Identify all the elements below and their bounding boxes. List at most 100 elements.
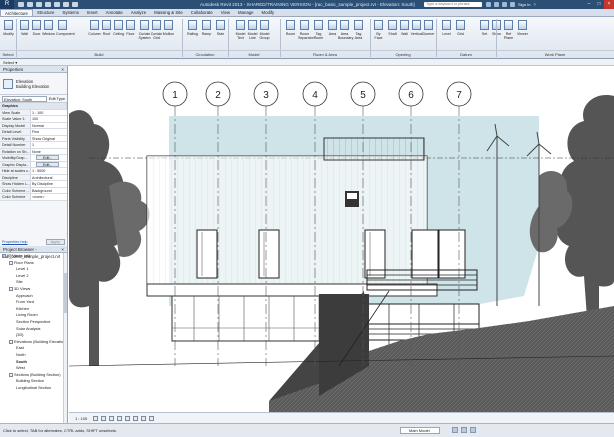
tool-tag-room-button[interactable]: Tag Room [312,19,325,49]
property-value[interactable]: Edit... [31,155,67,161]
application-menu-button[interactable]: R [0,0,14,9]
filter-icon[interactable] [470,427,476,433]
save-icon[interactable] [27,2,33,7]
tree-item[interactable]: Approach [0,293,67,300]
close-icon[interactable]: × [61,246,64,253]
properties-help-link[interactable]: Properties help [2,240,28,244]
tree-toggle-icon[interactable]: - [9,372,13,377]
tree-item[interactable]: Kitchen [0,306,67,313]
tool-by-face-button[interactable]: By Face [372,19,385,49]
property-row[interactable]: Color Scheme <none> [0,194,67,201]
tool-modify-button[interactable]: Modify [2,19,15,49]
tree-item[interactable]: Level 2 [0,273,67,280]
sign-in-link[interactable]: Sign In [518,2,530,7]
tree-item[interactable]: Site [0,279,67,286]
tool-window-button[interactable]: Window [42,19,55,49]
show-crop-icon[interactable] [133,415,139,421]
reveal-hidden-icon[interactable] [149,415,155,421]
property-value[interactable]: 1 : 5000 [31,168,67,174]
select-dropdown[interactable]: Select ▾ [3,60,17,65]
crop-view-icon[interactable] [125,415,131,421]
tool-railing-button[interactable]: Railing [186,19,199,49]
tool-ref-plane-button[interactable]: Ref Plane [502,19,515,49]
close-button[interactable]: × [604,0,614,9]
3d-view-icon[interactable] [72,2,78,7]
edit-button[interactable]: Edit... [36,161,60,167]
type-selector[interactable]: Elevation Building Elevation [0,73,67,95]
shadows-icon[interactable] [117,415,123,421]
tree-item[interactable]: From Yard [0,299,67,306]
group-work-plane[interactable]: Work Plane [496,50,614,58]
tree-item[interactable]: {3D} [0,332,67,339]
tool-mullion-button[interactable]: Mullion [162,19,175,49]
open-icon[interactable] [18,2,24,7]
edit-type-button[interactable]: Edit Type [49,96,65,101]
property-value[interactable]: Edit... [31,161,67,167]
apply-button[interactable]: Apply [45,238,65,245]
tab-massing-site[interactable]: Massing & Site [150,9,187,16]
sun-path-icon[interactable] [109,415,115,421]
tree-item[interactable]: Longitudinal Section [0,385,67,392]
property-value[interactable]: 1 : 100 [31,109,67,115]
maximize-button[interactable]: □ [594,0,604,9]
worksets-icon[interactable] [452,427,458,433]
tree-item[interactable]: North [0,352,67,359]
minimize-button[interactable]: – [584,0,594,9]
tree-item[interactable]: - [0] Views (all) [0,253,67,260]
group-room-area[interactable]: Room & Area [280,50,370,58]
active-model-dropdown[interactable]: Main Model [400,427,440,434]
tree-item[interactable]: Building Section [0,378,67,385]
tree-toggle-icon[interactable]: - [9,286,13,291]
binoculars-icon[interactable] [486,2,491,7]
tree-item[interactable]: Section Perspective [0,319,67,326]
edit-button[interactable]: Edit... [36,155,60,160]
property-value[interactable]: Normal [31,122,67,128]
tree-toggle-icon[interactable]: - [2,253,6,258]
visual-style-icon[interactable] [101,415,107,421]
tab-insert[interactable]: Insert [83,9,102,16]
tool-tag-area-button[interactable]: Tag Area [352,19,365,49]
detail-level-icon[interactable] [93,415,99,421]
tree-item[interactable]: West [0,365,67,372]
tab-structure[interactable]: Structure [33,9,58,16]
tab-systems[interactable]: Systems [58,9,82,16]
group-datum[interactable]: Datum [436,50,496,58]
tree-item[interactable]: East [0,345,67,352]
tree-item[interactable]: Living Room [0,312,67,319]
tree-toggle-icon[interactable]: - [9,339,13,344]
tab-analyze[interactable]: Analyze [127,9,150,16]
tree-item[interactable]: Level 1 [0,266,67,273]
group-opening[interactable]: Opening [370,50,436,58]
tree-item[interactable]: Solar Analysis [0,326,67,333]
property-value[interactable]: Architectural [31,174,67,180]
tab-view[interactable]: View [217,9,234,16]
instance-dropdown[interactable]: Elevation: South [2,95,47,102]
help-icon[interactable]: ? [533,2,535,7]
tool-model-group-button[interactable]: Model Group [258,19,271,49]
subscription-icon[interactable] [494,2,499,7]
tree-item[interactable]: - Sections (Building Section) [0,372,67,379]
tree-item[interactable]: - Floor Plans [0,260,67,267]
tool-dormer-button[interactable]: Dormer [422,19,435,49]
close-icon[interactable]: × [61,66,64,73]
property-value[interactable]: Fine [31,129,67,135]
scrollbar-thumb[interactable] [64,273,67,313]
group-model[interactable]: Model [228,50,280,58]
tree-toggle-icon[interactable]: - [9,260,13,265]
browser-scrollbar[interactable] [63,253,67,423]
property-value[interactable]: Background [31,187,67,193]
tool-ramp-button[interactable]: Ramp [200,19,213,49]
property-value[interactable]: Show Original [31,135,67,141]
group-build[interactable]: Build [16,50,182,58]
tool-floor-button[interactable]: Floor [124,19,137,49]
redo-icon[interactable] [45,2,51,7]
tool-viewer-button[interactable]: Viewer [516,19,529,49]
group-select[interactable]: Select [0,50,16,58]
property-value[interactable]: None [31,148,67,154]
view-scale-button[interactable]: 1 : 100 [72,416,90,421]
search-input[interactable]: Type a keyword or phrase [424,2,482,7]
tab-collaborate[interactable]: Collaborate [187,9,217,16]
tab-architecture[interactable]: Architecture [0,9,33,16]
tab-annotate[interactable]: Annotate [102,9,127,16]
tool-level-button[interactable]: Level [440,19,453,49]
